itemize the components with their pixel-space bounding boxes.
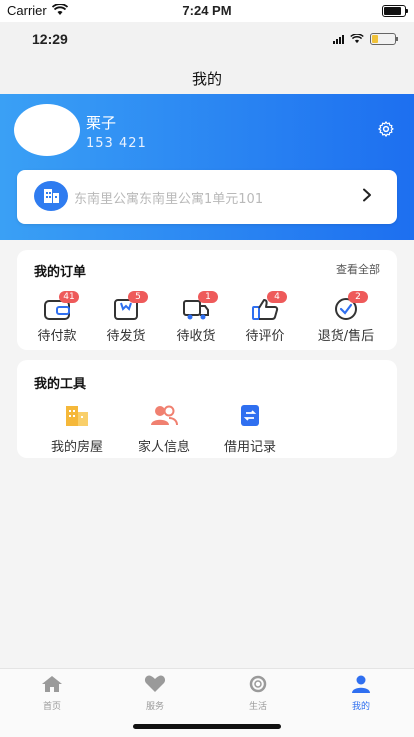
order-return-aftersale[interactable]: 2 退货/售后	[311, 291, 381, 344]
tab-home[interactable]: 首页	[2, 675, 102, 712]
home-icon	[42, 676, 62, 692]
box-icon: 5	[112, 291, 148, 321]
badge: 4	[267, 291, 287, 303]
tab-life[interactable]: 生活	[208, 675, 308, 712]
tab-label: 我的	[351, 702, 370, 712]
orders-card: 我的订单 查看全部 41 待付款 5 待发货 1 待收货 4 待评价 2 退货/…	[17, 250, 397, 350]
badge: 5	[128, 291, 148, 303]
view-all-link[interactable]: 查看全部	[336, 261, 380, 277]
clock: 7:24 PM	[182, 3, 232, 18]
tool-label: 我的房屋	[50, 440, 103, 455]
order-label: 待评价	[245, 329, 285, 344]
order-label: 待收货	[176, 329, 216, 344]
badge: 1	[198, 291, 218, 303]
tools-card: 我的工具 我的房屋 家人信息 借用记录	[17, 360, 397, 458]
wifi-icon	[350, 34, 364, 44]
user-phone: 153 421	[86, 136, 147, 151]
order-label: 退货/售后	[317, 329, 375, 344]
tool-label: 家人信息	[137, 440, 190, 455]
badge: 41	[59, 291, 79, 303]
tools-title: 我的工具	[34, 377, 87, 392]
address-text: 东南里公寓东南里公寓1单元101	[74, 192, 264, 207]
wallet-icon: 41	[43, 291, 79, 321]
family-icon	[151, 405, 178, 426]
status-bar: Carrier 7:24 PM	[0, 0, 414, 22]
building-icon	[66, 406, 88, 426]
order-pending-payment[interactable]: 41 待付款	[22, 291, 92, 344]
orders-title: 我的订单	[34, 265, 87, 280]
inner-clock: 12:29	[32, 31, 68, 47]
battery-icon	[370, 33, 398, 45]
user-name: 栗子	[86, 114, 117, 132]
tool-family-info[interactable]: 家人信息	[124, 404, 204, 455]
tab-service[interactable]: 服务	[105, 675, 205, 712]
inner-status-icons	[333, 33, 398, 45]
heart-icon	[144, 675, 166, 692]
user-icon	[352, 675, 370, 693]
gear-icon[interactable]	[377, 120, 395, 138]
tool-borrow-records[interactable]: 借用记录	[210, 404, 290, 455]
chevron-right-icon[interactable]	[360, 188, 374, 202]
check-circle-icon: 2	[332, 291, 368, 321]
order-pending-shipment[interactable]: 5 待发货	[91, 291, 161, 344]
order-label: 待发货	[106, 329, 146, 344]
signal-icon	[333, 34, 344, 44]
tab-label: 首页	[42, 702, 61, 712]
building-icon	[34, 181, 68, 211]
battery-icon	[382, 5, 408, 17]
record-icon	[241, 405, 259, 426]
tool-my-house[interactable]: 我的房屋	[37, 404, 117, 455]
avatar[interactable]	[14, 104, 80, 156]
badge: 2	[348, 291, 368, 303]
order-label: 待付款	[37, 329, 77, 344]
thumbs-up-icon: 4	[251, 291, 287, 321]
tab-mine[interactable]: 我的	[311, 675, 411, 712]
tab-label: 生活	[248, 702, 267, 712]
tab-label: 服务	[145, 702, 164, 712]
life-icon	[249, 675, 267, 693]
truck-icon: 1	[182, 291, 218, 321]
order-pending-review[interactable]: 4 待评价	[230, 291, 300, 344]
order-pending-receipt[interactable]: 1 待收货	[161, 291, 231, 344]
page-title: 我的	[191, 70, 222, 88]
tool-label: 借用记录	[223, 440, 276, 455]
home-indicator	[133, 724, 281, 729]
